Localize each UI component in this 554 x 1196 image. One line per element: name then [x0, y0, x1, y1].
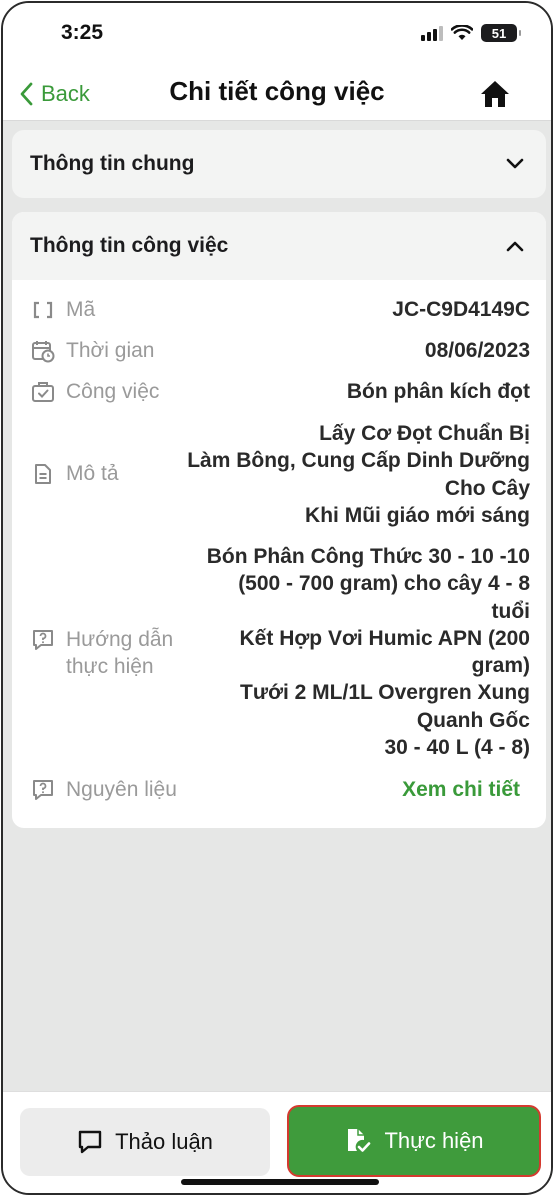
description-line: Lấy Cơ Đọt Chuẩn Bị: [319, 422, 530, 445]
chevron-up-icon: [506, 241, 524, 252]
job-value: Bón phân kích đọt: [346, 380, 530, 403]
description-line: Cho Cây: [444, 476, 530, 500]
document-icon: [30, 460, 56, 487]
job-label: Công việc: [66, 380, 160, 403]
general-info-header[interactable]: Thông tin chung: [12, 130, 546, 198]
home-icon: [481, 81, 509, 107]
view-details-link[interactable]: Xem chi tiết: [402, 776, 520, 803]
time-value: 08/06/2023: [424, 339, 530, 362]
instructions-label-line: thực hiện: [66, 655, 154, 678]
general-info-section: Thông tin chung: [12, 130, 546, 198]
perform-label: Thực hiện: [384, 1128, 484, 1153]
nav-bar: Back Chi tiết công việc: [3, 67, 551, 121]
instructions-line: Kết Hợp Vơi Humic APN (200: [239, 626, 530, 650]
home-indicator: [181, 1179, 379, 1185]
discuss-label: Thảo luận: [115, 1129, 213, 1154]
instructions-line: (500 - 700 gram) cho cây 4 - 8: [238, 572, 530, 596]
discuss-button[interactable]: Thảo luận: [20, 1108, 270, 1176]
time-label: Thời gian: [66, 339, 155, 362]
detail-label: Mã: [30, 296, 95, 323]
content-area: Thông tin chung Thông tin công việc Mã J…: [3, 122, 551, 1094]
description-value: Lấy Cơ Đọt Chuẩn Bị Làm Bông, Cung Cấp D…: [187, 420, 530, 529]
description-line: Khi Mũi giáo mới sáng: [305, 503, 530, 527]
home-button[interactable]: [477, 76, 513, 112]
bottom-action-bar: Thảo luận Thực hiện: [3, 1091, 551, 1193]
section-title: Thông tin công việc: [30, 234, 229, 257]
detail-label: Thời gian: [30, 337, 154, 364]
cellular-signal-icon: [421, 25, 443, 41]
phone-screen: 3:25 51 Back Chi tiết công việc Thông ti…: [1, 1, 553, 1195]
instructions-line: gram): [471, 654, 530, 678]
file-check-icon: [348, 1129, 371, 1152]
description-label: Mô tả: [66, 462, 119, 485]
instructions-line: Tưới 2 ML/1L Overgren Xung: [240, 681, 530, 705]
instructions-line: 30 - 40 L (4 - 8): [384, 736, 530, 760]
description-line: Làm Bông, Cung Cấp Dinh Dưỡng: [187, 449, 530, 473]
detail-label: Nguyên liệu: [30, 776, 177, 803]
instructions-line: Quanh Gốc: [416, 708, 530, 732]
materials-label: Nguyên liệu: [66, 778, 177, 801]
battery-icon: 51: [481, 24, 521, 42]
instructions-line: Bón Phân Công Thức 30 - 10 -10: [206, 545, 530, 568]
work-info-header[interactable]: Thông tin công việc: [12, 212, 546, 280]
work-info-section: Thông tin công việc Mã JC-C9D4149C Thời …: [12, 212, 546, 828]
briefcase-check-icon: [30, 378, 56, 405]
perform-button[interactable]: Thực hiện: [287, 1105, 541, 1177]
wifi-icon: [451, 25, 473, 40]
code-label: Mã: [66, 298, 96, 321]
help-message-icon: [30, 776, 56, 803]
chat-bubble-icon: [78, 1130, 102, 1154]
section-title: Thông tin chung: [30, 152, 195, 175]
status-bar: 3:25 51: [3, 3, 551, 67]
detail-label: Mô tả: [30, 460, 119, 487]
instructions-value: Bón Phân Công Thức 30 - 10 -10 (500 - 70…: [207, 543, 530, 761]
calendar-clock-icon: [30, 337, 56, 364]
instructions-line: tuổi: [491, 599, 530, 623]
status-time: 3:25: [61, 21, 104, 44]
brackets-icon: [30, 296, 56, 323]
code-value: JC-C9D4149C: [392, 298, 530, 321]
detail-label: Công việc: [30, 378, 159, 405]
chevron-down-icon: [506, 158, 524, 169]
instructions-label: Hướng dẫn thực hiện: [66, 626, 173, 680]
status-icons: 51: [421, 24, 521, 42]
help-message-icon: [30, 626, 56, 653]
instructions-label-line: Hướng dẫn: [66, 628, 174, 651]
page-title: Chi tiết công việc: [169, 76, 385, 106]
detail-label: Hướng dẫn thực hiện: [30, 626, 173, 680]
